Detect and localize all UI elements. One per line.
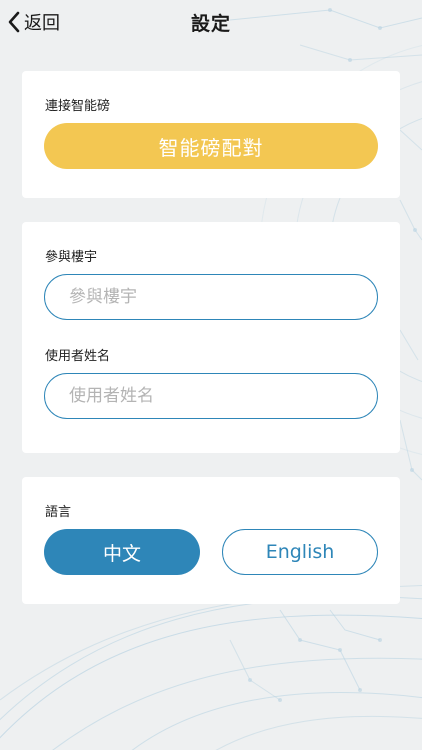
nav-header: 返回 設定 bbox=[0, 0, 422, 44]
username-field[interactable] bbox=[44, 373, 378, 419]
pair-scale-button[interactable]: 智能磅配對 bbox=[44, 123, 378, 169]
building-field[interactable] bbox=[44, 274, 378, 320]
username-input[interactable] bbox=[67, 385, 377, 407]
username-label: 使用者姓名 bbox=[45, 349, 111, 364]
language-card: 語言 中文 English bbox=[22, 477, 400, 604]
building-input[interactable] bbox=[67, 286, 377, 308]
page-title: 設定 bbox=[190, 13, 231, 35]
language-chinese-button[interactable]: 中文 bbox=[44, 529, 200, 575]
language-label: 語言 bbox=[45, 505, 72, 520]
user-info-card: 參與樓宇 使用者姓名 bbox=[22, 222, 400, 453]
scale-pairing-card: 連接智能磅 智能磅配對 bbox=[22, 71, 400, 198]
building-label: 參與樓宇 bbox=[45, 250, 98, 265]
language-english-button[interactable]: English bbox=[222, 529, 378, 575]
connect-scale-label: 連接智能磅 bbox=[45, 99, 111, 114]
